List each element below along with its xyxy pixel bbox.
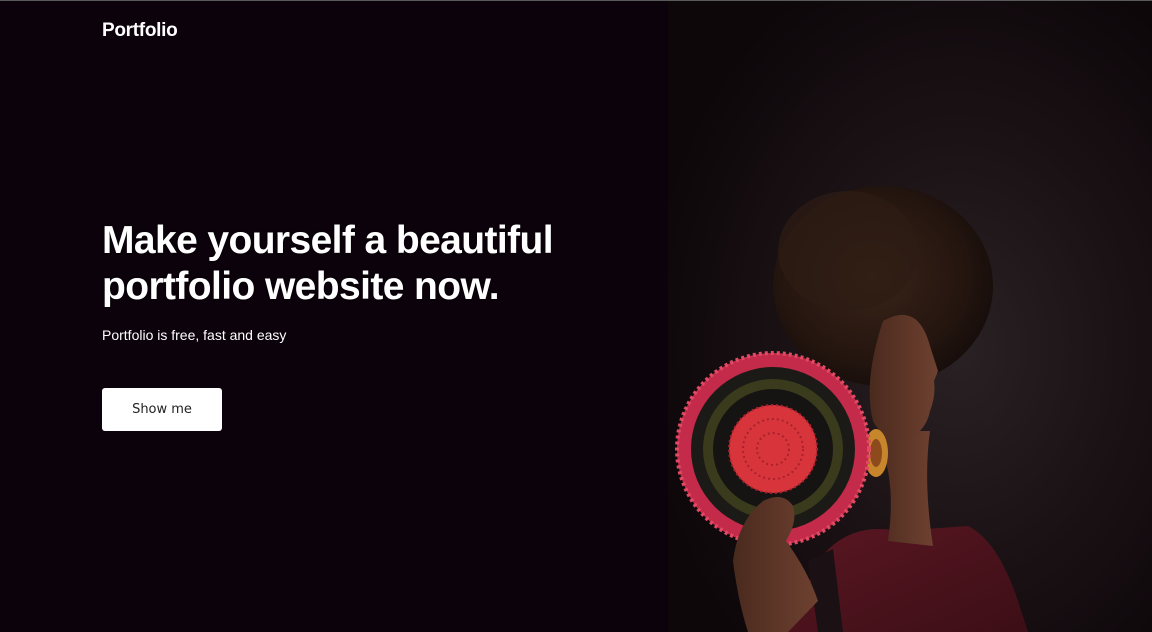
hero-subtitle: Portfolio is free, fast and easy	[102, 327, 287, 343]
hair-volume	[778, 191, 918, 311]
hero-headline-line-1: Make yourself a beautiful	[102, 219, 554, 262]
hero-photo-illustration	[668, 1, 1152, 632]
hero-left-panel	[0, 1, 668, 632]
necklace-inner	[870, 439, 882, 467]
site-logo[interactable]: Portfolio	[102, 20, 178, 42]
show-me-button[interactable]: Show me	[102, 388, 222, 431]
hero-headline: Make yourself a beautiful portfolio webs…	[102, 218, 622, 310]
hero-photo	[668, 1, 1152, 632]
hero-headline-line-2: portfolio website now.	[102, 265, 500, 308]
